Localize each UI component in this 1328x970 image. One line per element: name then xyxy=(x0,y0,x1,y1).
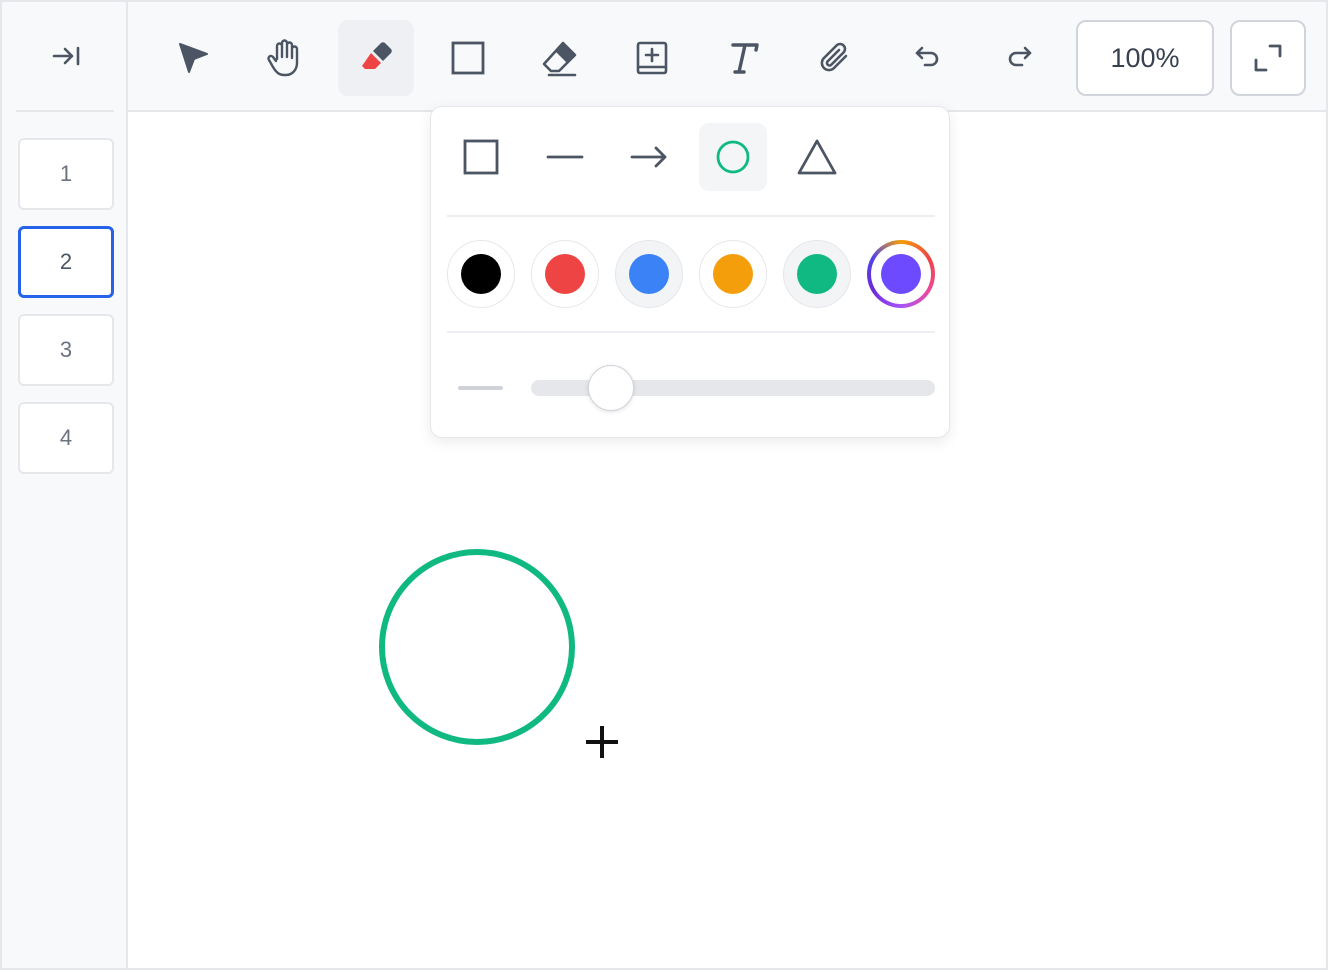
crosshair-icon xyxy=(580,720,624,764)
swatch-dot xyxy=(629,254,669,294)
swatch-dot xyxy=(713,254,753,294)
arrow-right-icon xyxy=(630,146,667,168)
color-swatch-green[interactable] xyxy=(783,240,851,308)
stroke-width-slider-thumb[interactable] xyxy=(588,365,634,411)
color-swatch-custom[interactable] xyxy=(867,240,935,308)
shape-option-ellipse[interactable] xyxy=(699,123,767,191)
rectangle-icon xyxy=(463,139,499,175)
swatch-dot xyxy=(881,254,921,294)
swatch-dot xyxy=(797,254,837,294)
swatch-dot xyxy=(461,254,501,294)
triangle-icon xyxy=(797,139,837,175)
shape-options-popover xyxy=(430,106,950,438)
line-icon xyxy=(546,155,584,159)
circle-icon xyxy=(716,140,750,174)
color-swatch-red[interactable] xyxy=(531,240,599,308)
drawn-ellipse[interactable] xyxy=(379,549,575,745)
color-swatch-orange[interactable] xyxy=(699,240,767,308)
popover-divider xyxy=(447,331,935,333)
swatch-dot xyxy=(545,254,585,294)
shape-option-triangle[interactable] xyxy=(783,123,851,191)
shape-option-rectangle[interactable] xyxy=(447,123,515,191)
shape-option-arrow[interactable] xyxy=(615,123,683,191)
popover-divider xyxy=(447,215,935,217)
whiteboard-app: 1 2 3 4 100% xyxy=(0,0,1328,970)
stroke-width-preview xyxy=(458,386,503,390)
color-swatch-blue[interactable] xyxy=(615,240,683,308)
swatch-inner-ring xyxy=(871,244,931,304)
stroke-width-slider[interactable] xyxy=(531,365,935,411)
color-swatch-black[interactable] xyxy=(447,240,515,308)
shape-option-line[interactable] xyxy=(531,123,599,191)
